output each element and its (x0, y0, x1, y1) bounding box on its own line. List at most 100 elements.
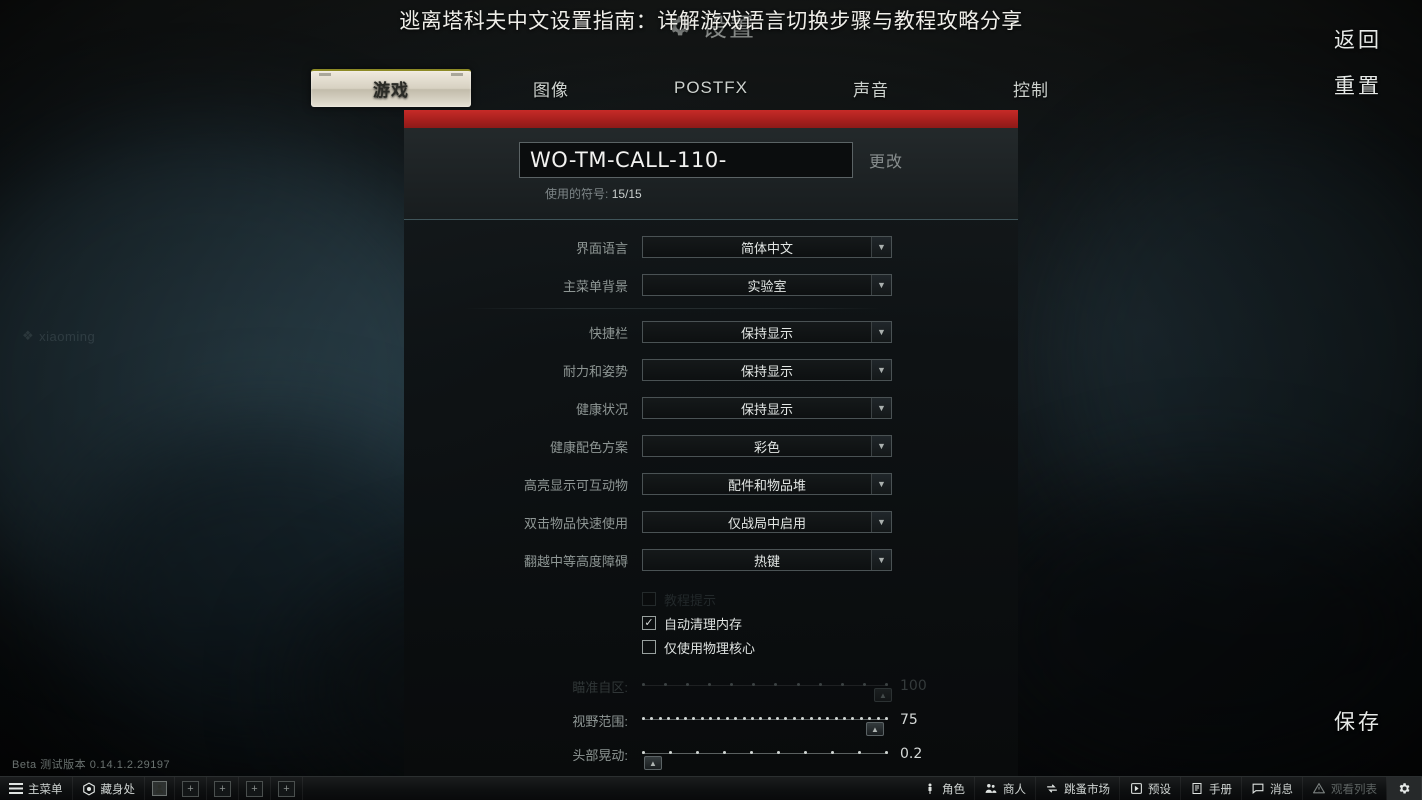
headbob-slider[interactable]: ▲ (642, 744, 888, 770)
slider-thumb[interactable]: ▲ (866, 722, 884, 736)
settings-tabs: 游戏 图像 POSTFX 声音 控制 (311, 69, 1111, 107)
checkbox-label: 仅使用物理核心 (664, 640, 756, 656)
chevron-down-icon: ▼ (871, 237, 891, 257)
checkbox-auto-clear-memory[interactable]: ✓ 自动清理内存 (642, 611, 1018, 635)
section-divider (464, 308, 884, 309)
slider-thumb[interactable]: ▲ (874, 688, 892, 702)
settings-panel: 更改 使用的符号: 15/15 界面语言 简体中文 ▼ 主菜单背景 实验室 ▼ (404, 110, 1018, 780)
tab-graphics[interactable]: 图像 (471, 76, 631, 101)
taskbar-label: 主菜单 (28, 783, 63, 796)
setting-row-vault: 翻越中等高度障碍 热键 ▼ (404, 545, 1018, 575)
plus-icon: + (214, 780, 231, 797)
health-color-select[interactable]: 彩色 ▼ (642, 435, 892, 457)
nickname-counter: 使用的符号: 15/15 (545, 185, 1018, 202)
taskbar-slot-1[interactable]: + (175, 776, 207, 800)
taskbar-right-group: 角色 商人 跳蚤市场 预设 手册 消息 观看列表 (914, 776, 1422, 800)
watermark: ❖ xiaoming (22, 328, 95, 344)
health-select[interactable]: 保持显示 ▼ (642, 397, 892, 419)
plus-icon: + (246, 780, 263, 797)
flea-market-icon (1045, 782, 1059, 796)
change-nickname-button[interactable]: 更改 (869, 148, 903, 172)
taskbar-messenger[interactable]: 消息 (1242, 776, 1303, 800)
setting-label: 健康配色方案 (549, 439, 628, 455)
menu-background-select[interactable]: 实验室 ▼ (642, 274, 892, 296)
fov-slider[interactable]: ▲ (642, 710, 888, 736)
taskbar-slot-2[interactable]: + (207, 776, 239, 800)
tab-controls[interactable]: 控制 (951, 76, 1111, 101)
watermark-icon: ❖ (22, 328, 35, 343)
save-button[interactable]: 保存 (1334, 706, 1382, 736)
reset-button[interactable]: 重置 (1334, 70, 1382, 100)
select-value: 简体中文 (740, 240, 793, 256)
checkbox-box (642, 640, 656, 654)
checkbox-tutorial-tips[interactable]: 教程提示 (642, 587, 1018, 611)
main-checkbox-list: 教程提示 ✓ 自动清理内存 仅使用物理核心 (404, 587, 1018, 659)
taskbar-label: 商人 (1003, 783, 1026, 796)
slider-label: 瞄准自区: (572, 679, 628, 695)
language-select[interactable]: 简体中文 ▼ (642, 236, 892, 258)
select-value: 热键 (753, 553, 780, 569)
setting-label: 健康状况 (575, 401, 628, 417)
checkbox-label: 教程提示 (664, 592, 717, 608)
taskbar-hideout[interactable]: 藏身处 (73, 776, 145, 800)
presets-icon (1129, 782, 1143, 796)
taskbar-label: 预设 (1148, 783, 1171, 796)
taskbar-left-group: 主菜单 藏身处 + + + + (0, 776, 303, 800)
slider-row-headbob: 头部晃动: ▲ 0.2 (404, 737, 1018, 771)
slider-value: 100 (900, 678, 927, 694)
tab-postfx[interactable]: POSTFX (631, 78, 791, 98)
slider-label: 视野范围: (572, 713, 628, 729)
tab-game[interactable]: 游戏 (311, 69, 471, 107)
taskbar-settings-button[interactable] (1387, 776, 1422, 800)
taskbar-slot-3[interactable]: + (239, 776, 271, 800)
taskbar-character[interactable]: 角色 (914, 776, 975, 800)
warning-triangle-icon (1312, 782, 1326, 796)
setting-label: 高亮显示可互动物 (523, 477, 628, 493)
quickbar-select[interactable]: 保持显示 ▼ (642, 321, 892, 343)
setting-row-health-colors: 健康配色方案 彩色 ▼ (404, 431, 1018, 461)
nickname-section: 更改 使用的符号: 15/15 (404, 128, 1018, 220)
tab-sound[interactable]: 声音 (791, 76, 951, 101)
chevron-down-icon: ▼ (871, 275, 891, 295)
taskbar-label: 跳蚤市场 (1064, 783, 1110, 796)
gear-icon (1397, 782, 1411, 796)
taskbar-flea-market[interactable]: 跳蚤市场 (1036, 776, 1120, 800)
taskbar-slot-character[interactable] (145, 776, 175, 800)
taskbar-label: 角色 (942, 783, 965, 796)
setting-label: 耐力和姿势 (562, 363, 628, 379)
stamina-select[interactable]: 保持显示 ▼ (642, 359, 892, 381)
version-label: Beta 测试版本 0.14.1.2.29197 (12, 759, 171, 771)
handbook-icon (1190, 782, 1204, 796)
slider-row-aim: 瞄准自区: ▲ 100 (404, 669, 1018, 703)
overlay-article-title: 逃离塔科夫中文设置指南：详解游戏语言切换步骤与教程攻略分享 (399, 9, 1023, 33)
select-value: 实验室 (747, 278, 787, 294)
hamburger-menu-icon (9, 782, 23, 796)
traders-icon (984, 782, 998, 796)
plus-icon: + (278, 780, 295, 797)
aim-slider[interactable]: ▲ (642, 676, 892, 702)
setting-label: 翻越中等高度障碍 (523, 553, 628, 569)
nickname-counter-value: 15/15 (611, 187, 642, 201)
slider-ticks (642, 750, 888, 757)
setting-row-stamina: 耐力和姿势 保持显示 ▼ (404, 355, 1018, 385)
checkbox-physical-cores-only[interactable]: 仅使用物理核心 (642, 635, 1018, 659)
plus-icon: + (182, 780, 199, 797)
taskbar-presets[interactable]: 预设 (1120, 776, 1181, 800)
setting-row-doubleclick-use: 双击物品快速使用 仅战局中启用 ▼ (404, 507, 1018, 537)
taskbar-slot-4[interactable]: + (271, 776, 303, 800)
taskbar-handbook[interactable]: 手册 (1181, 776, 1242, 800)
chevron-down-icon: ▼ (871, 398, 891, 418)
taskbar-main-menu[interactable]: 主菜单 (0, 776, 73, 800)
taskbar-label: 藏身处 (100, 783, 136, 796)
doubleclick-use-select[interactable]: 仅战局中启用 ▼ (642, 511, 892, 533)
taskbar-watchlist[interactable]: 观看列表 (1303, 776, 1387, 800)
slider-thumb[interactable]: ▲ (644, 756, 662, 770)
vault-select[interactable]: 热键 ▼ (642, 549, 892, 571)
chevron-down-icon: ▼ (871, 322, 891, 342)
nickname-counter-label: 使用的符号: (545, 187, 609, 201)
taskbar-label: 消息 (1270, 783, 1293, 796)
nickname-input[interactable] (518, 142, 853, 178)
background-blur-shape (1050, 120, 1422, 590)
taskbar-traders[interactable]: 商人 (975, 776, 1036, 800)
highlight-interactive-select[interactable]: 配件和物品堆 ▼ (642, 473, 892, 495)
